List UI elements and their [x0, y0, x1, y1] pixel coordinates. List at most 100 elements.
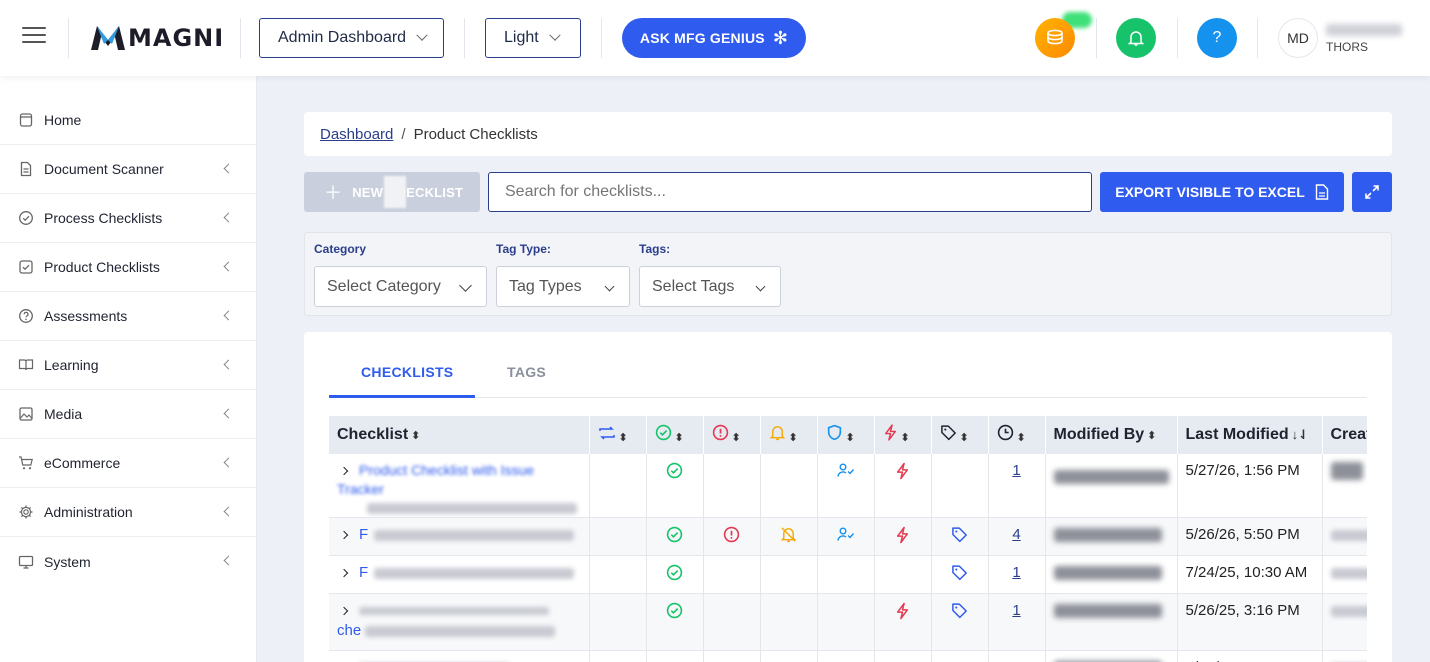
checklist-cell: F [329, 555, 590, 594]
sidebar-item-learning[interactable]: Learning [0, 341, 256, 390]
redacted-email [374, 567, 575, 579]
redacted-user [1053, 604, 1162, 619]
quality-cell [817, 593, 875, 651]
chevron-left-icon [223, 163, 234, 174]
chevron-left-icon [223, 457, 234, 468]
fullscreen-button[interactable] [1352, 172, 1392, 212]
col-history-header[interactable]: ⬍ [988, 416, 1046, 454]
col-alerts-header[interactable]: ⬍ [760, 416, 818, 454]
breadcrumb: Dashboard / Product Checklists [304, 112, 1392, 156]
tab-tags[interactable]: TAGS [507, 364, 546, 380]
sidebar-item-document-scanner[interactable]: Document Scanner [0, 145, 256, 194]
export-excel-button[interactable]: EXPORT VISIBLE TO EXCEL [1100, 172, 1344, 212]
checklist-link[interactable]: F [359, 526, 368, 543]
quality-cell [817, 650, 875, 662]
tab-checklists[interactable]: CHECKLISTS [361, 364, 453, 380]
chevron-left-icon [223, 310, 234, 321]
genius-button-label: ASK MFG GENIUS [639, 30, 765, 46]
ask-mfg-genius-button[interactable]: ASK MFG GENIUS ✻ [622, 18, 806, 58]
check-square-icon [18, 259, 34, 275]
magni-logo-mark-icon [91, 26, 125, 50]
col-tags-header[interactable]: ⬍ [931, 416, 989, 454]
history-cell: 4 [988, 517, 1046, 556]
breadcrumb-dashboard-link[interactable]: Dashboard [320, 126, 393, 143]
tags-label: Tags: [639, 242, 671, 256]
redacted-user [1053, 566, 1162, 581]
clock-icon [997, 424, 1014, 445]
checklist-link[interactable]: che [337, 622, 361, 639]
sidebar: Home Document Scanner Process Checklists… [0, 76, 257, 662]
hamburger-menu-icon[interactable] [22, 27, 46, 47]
expand-row-icon[interactable] [339, 606, 349, 616]
coins-button[interactable] [1035, 18, 1075, 58]
checklist-link[interactable]: F [359, 564, 368, 581]
lightning-icon [896, 602, 909, 620]
table-row[interactable]: 1 4/14/25, 2:30 PM [329, 650, 1367, 662]
sidebar-item-product-checklists[interactable]: Product Checklists [0, 243, 256, 292]
expand-row-icon[interactable] [339, 466, 349, 476]
table-row[interactable]: F 1 7/24/25, 10:30 AM [329, 555, 1367, 594]
table-row[interactable]: F 4 5/26/26, 5:50 PM [329, 517, 1367, 556]
col-last-modified-header[interactable]: Last Modified ↓⇃ [1177, 416, 1323, 454]
history-count-link[interactable]: 1 [1012, 462, 1020, 479]
col-modified-by-header[interactable]: Modified By ⬍ [1045, 416, 1178, 454]
magni-logo[interactable]: MAGNI [90, 23, 224, 53]
sidebar-item-home[interactable]: Home [0, 96, 256, 145]
theme-select[interactable]: Light [485, 18, 581, 58]
expand-icon [1365, 185, 1379, 199]
obscured-region [384, 176, 406, 208]
sidebar-item-ecommerce[interactable]: eCommerce [0, 439, 256, 488]
redacted-user [1053, 470, 1169, 484]
check-circle-icon [666, 526, 683, 543]
sidebar-item-system[interactable]: System [0, 537, 256, 586]
col-completed-header[interactable]: ⬍ [646, 416, 704, 454]
divider [1177, 18, 1178, 58]
col-actions-header[interactable]: ⬍ [874, 416, 932, 454]
tags-cell [931, 454, 989, 518]
new-checklist-button[interactable]: ＋ NEW CHECKLIST [304, 172, 480, 212]
search-input[interactable] [488, 172, 1092, 212]
cart-icon [18, 455, 34, 471]
col-issues-header[interactable]: ⬍ [703, 416, 761, 454]
modified-by-cell [1045, 517, 1178, 556]
sort-icon: ⬍ [788, 432, 798, 444]
history-count-link[interactable]: 4 [1012, 526, 1020, 543]
chevron-left-icon [223, 555, 234, 566]
redacted-created [1330, 462, 1363, 481]
user-avatar[interactable]: MD [1278, 18, 1318, 58]
sort-icon: ⬍ [618, 431, 628, 444]
sidebar-item-administration[interactable]: Administration [0, 488, 256, 537]
dashboard-select[interactable]: Admin Dashboard [259, 18, 444, 58]
created-cell [1322, 650, 1367, 662]
col-quality-header[interactable]: ⬍ [817, 416, 875, 454]
table-row[interactable]: che 1 5/26/25, 3:16 PM [329, 593, 1367, 651]
history-count-link[interactable]: 1 [1012, 564, 1020, 581]
col-repeat-header[interactable]: ⬍ [589, 416, 647, 454]
actions-cell [874, 593, 932, 651]
notifications-button[interactable] [1116, 18, 1156, 58]
tags-select[interactable]: Select Tags [639, 266, 781, 307]
table-row[interactable]: Product Checklist with Issue Tracker 1 5… [329, 454, 1367, 518]
new-checklist-label: NEW CHECKLIST [352, 184, 464, 200]
help-button[interactable]: ? [1197, 18, 1237, 58]
divider [1096, 18, 1097, 58]
sidebar-item-assessments[interactable]: Assessments [0, 292, 256, 341]
sidebar-item-media[interactable]: Media [0, 390, 256, 439]
checklist-link[interactable]: Product Checklist with Issue Tracker [337, 462, 534, 497]
coins-icon [1047, 29, 1063, 45]
expand-row-icon[interactable] [339, 530, 349, 540]
user-check-icon [836, 463, 854, 477]
col-checklist-header[interactable]: Checklist ⬍ [329, 416, 590, 454]
alerts-cell [760, 650, 818, 662]
expand-row-icon[interactable] [339, 568, 349, 578]
col-created-header[interactable]: Creat [1322, 416, 1367, 454]
check-circle-icon [655, 424, 672, 445]
history-cell: 1 [988, 650, 1046, 662]
tag-icon [952, 527, 967, 543]
redacted-created [1330, 605, 1367, 617]
history-count-link[interactable]: 1 [1012, 602, 1020, 619]
sidebar-item-process-checklists[interactable]: Process Checklists [0, 194, 256, 243]
sort-icon: ⬍ [731, 432, 741, 444]
category-select[interactable]: Select Category [314, 266, 487, 307]
tag-type-select[interactable]: Tag Types [496, 266, 630, 307]
